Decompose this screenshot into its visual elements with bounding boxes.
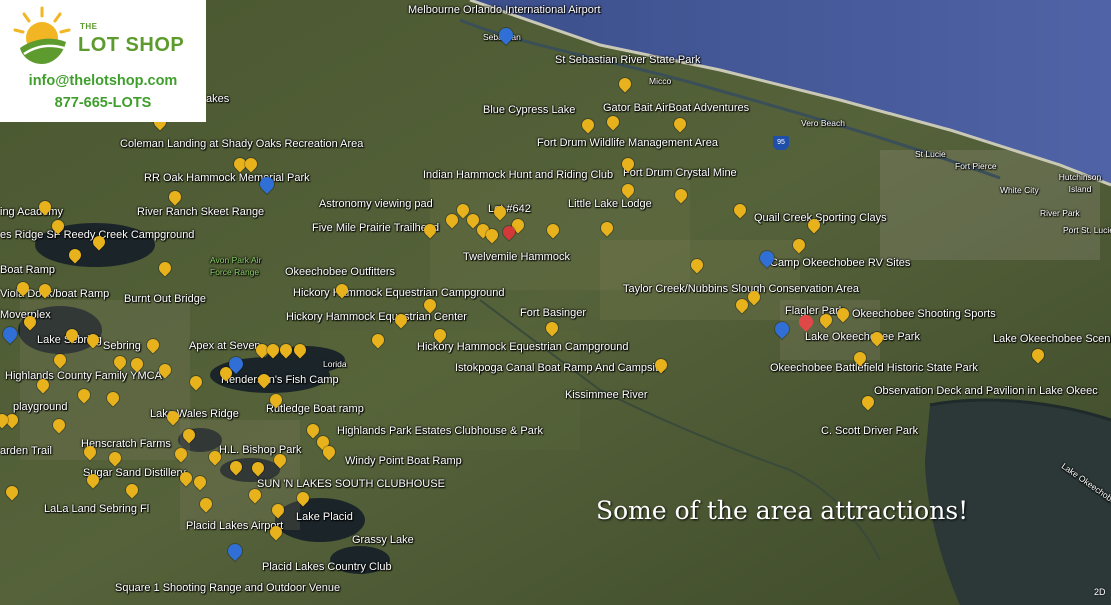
map-label[interactable]: Lorida bbox=[323, 358, 347, 370]
map-label[interactable]: Boat Ramp bbox=[0, 264, 55, 276]
map-label[interactable]: H.L. Bishop Park bbox=[219, 444, 302, 456]
map-label[interactable]: C. Scott Driver Park bbox=[821, 425, 918, 437]
brand-name: LOT SHOP bbox=[78, 34, 185, 56]
map-label[interactable]: Rutledge Boat ramp bbox=[266, 403, 364, 415]
map-label[interactable]: Burnt Out Bridge bbox=[124, 293, 206, 305]
map-label[interactable]: Sebring bbox=[103, 340, 141, 352]
map-label[interactable]: Blue Cypress Lake bbox=[483, 104, 575, 116]
map-label[interactable]: White City bbox=[1000, 184, 1039, 196]
map-label[interactable]: Hickory Hammock Equestrian Campground bbox=[293, 287, 505, 299]
map-label[interactable]: River Park bbox=[1040, 207, 1080, 219]
map-label[interactable]: Flagler Park bbox=[785, 305, 844, 317]
map-label[interactable]: Port St. Lucie bbox=[1063, 224, 1111, 236]
map-label[interactable]: Gator Bait AirBoat Adventures bbox=[603, 102, 749, 114]
map-label[interactable]: arden Trail bbox=[0, 445, 52, 457]
map-label[interactable]: Hickory Hammock Equestrian Center bbox=[286, 311, 467, 323]
map-label[interactable]: Camp Okeechobee RV Sites bbox=[770, 257, 910, 269]
interstate-95-shield: 95 bbox=[773, 136, 789, 150]
map-label[interactable]: Melbourne Orlando International Airport bbox=[408, 4, 601, 16]
map-label[interactable]: Placid Lakes Country Club bbox=[262, 561, 392, 573]
map-label[interactable]: Indian Hammock Hunt and Riding Club bbox=[423, 169, 613, 181]
map-label[interactable]: Hutchinson Island bbox=[1055, 171, 1105, 195]
map-label[interactable]: Henderson's Fish Camp bbox=[221, 374, 339, 386]
map-label[interactable]: Quail Creek Sporting Clays bbox=[754, 212, 887, 224]
map-label[interactable]: Highlands Park Estates Clubhouse & Park bbox=[337, 425, 543, 437]
map-label[interactable]: Avon Park Air Force Range bbox=[210, 254, 280, 278]
map-label[interactable]: Apex at Seven bbox=[189, 340, 261, 352]
contact-phone[interactable]: 877-665-LOTS bbox=[0, 95, 206, 111]
map-label[interactable]: Vero Beach bbox=[801, 117, 845, 129]
contact-email[interactable]: info@thelotshop.com bbox=[0, 73, 206, 89]
map-label[interactable]: St Lucie bbox=[915, 148, 946, 160]
map-label[interactable]: Lake Placid bbox=[296, 511, 353, 523]
map-label[interactable]: Okeechobee Outfitters bbox=[285, 266, 395, 278]
map-label[interactable]: Istokpoga Canal Boat Ramp And Campsite bbox=[455, 362, 664, 374]
map-label[interactable]: River Ranch Skeet Range bbox=[137, 206, 264, 218]
map-label[interactable]: RR Oak Hammock Memorial Park bbox=[144, 172, 310, 184]
map-label[interactable]: Grassy Lake bbox=[352, 534, 414, 546]
map-label[interactable]: playground bbox=[13, 401, 67, 413]
map-label[interactable]: Astronomy viewing pad bbox=[319, 198, 433, 210]
map-label[interactable]: Windy Point Boat Ramp bbox=[345, 455, 462, 467]
brand-small-text: THE bbox=[80, 22, 98, 31]
map-label[interactable]: Twelvemile Hammock bbox=[463, 251, 570, 263]
map-label[interactable]: ing Academy bbox=[0, 206, 63, 218]
map-label[interactable]: Fort Drum Crystal Mine bbox=[623, 167, 737, 179]
map-label[interactable]: Taylor Creek/Nubbins Slough Conservation… bbox=[623, 283, 859, 295]
map-label[interactable]: LaLa Land Sebring Fl bbox=[44, 503, 149, 515]
map-label[interactable]: Fort Pierce bbox=[955, 160, 997, 172]
map-label[interactable]: Fort Drum Wildlife Management Area bbox=[537, 137, 718, 149]
view-mode-toggle[interactable]: 2D bbox=[1094, 587, 1106, 597]
map-label[interactable]: Lake Okeechobee Park bbox=[805, 331, 920, 343]
sun-logo-icon bbox=[13, 6, 71, 64]
map-label[interactable]: Little Lake Lodge bbox=[568, 198, 652, 210]
map-label[interactable]: Kissimmee River bbox=[565, 389, 648, 401]
map-label[interactable]: Placid Lakes Airport bbox=[186, 520, 283, 532]
map-label[interactable]: Square 1 Shooting Range and Outdoor Venu… bbox=[115, 582, 340, 594]
map-label[interactable]: Lake Okeechobee Scenic Tr bbox=[993, 333, 1111, 345]
map-label[interactable]: St Sebastian River State Park bbox=[555, 54, 701, 66]
map-caption: Some of the area attractions! bbox=[596, 496, 969, 525]
map-label[interactable]: Five Mile Prairie Trailhead bbox=[312, 222, 439, 234]
map-label[interactable]: Coleman Landing at Shady Oaks Recreation… bbox=[120, 138, 363, 150]
map-label[interactable]: Hickory Hammock Equestrian Campground bbox=[417, 341, 629, 353]
map-label[interactable]: Lake Wales Ridge bbox=[150, 408, 239, 420]
map-label[interactable]: SUN 'N LAKES SOUTH CLUBHOUSE bbox=[257, 478, 445, 490]
map-label[interactable]: Highlands County Family YMCA bbox=[5, 370, 162, 382]
map-label[interactable]: Okeechobee Battlefield Historic State Pa… bbox=[770, 362, 978, 374]
map-label[interactable]: Fort Basinger bbox=[520, 307, 586, 319]
map-label[interactable]: Okeechobee Shooting Sports bbox=[852, 308, 996, 320]
map-label[interactable]: akes bbox=[206, 93, 229, 105]
map-label[interactable]: Micco bbox=[649, 75, 671, 87]
lot-shop-logo-panel: THE LOT SHOP info@thelotshop.com 877-665… bbox=[0, 0, 206, 122]
map-label[interactable]: Observation Deck and Pavilion in Lake Ok… bbox=[874, 385, 1098, 397]
